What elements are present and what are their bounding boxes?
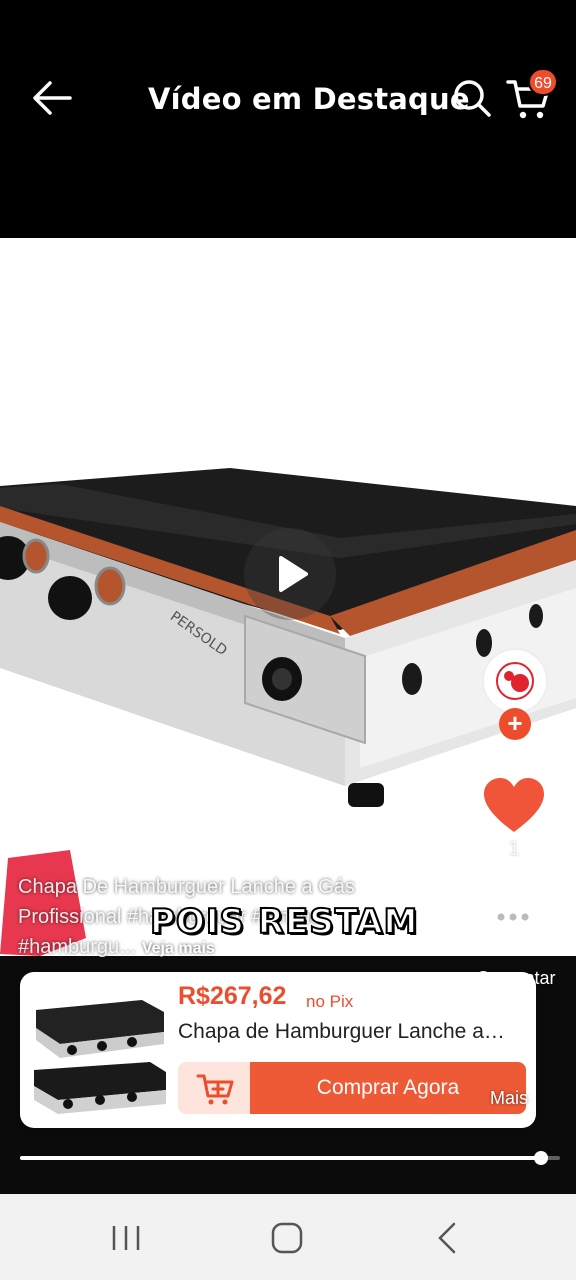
home-icon <box>271 1222 303 1254</box>
search-button[interactable] <box>452 78 492 118</box>
more-label[interactable]: Mais <box>484 1088 534 1109</box>
comment-icon <box>486 898 540 946</box>
chevron-left-icon <box>438 1222 456 1254</box>
cart-plus-icon <box>196 1074 234 1105</box>
search-icon <box>454 80 491 117</box>
play-button[interactable] <box>244 528 336 620</box>
griddle-image-icon <box>34 1000 166 1114</box>
product-thumbnail[interactable] <box>30 982 168 1118</box>
follow-button[interactable]: + <box>499 708 531 740</box>
comment-button[interactable] <box>484 894 542 950</box>
like-count: 1 <box>508 838 520 860</box>
price-payment-method: no Pix <box>306 992 354 1011</box>
top-bar: Vídeo em Destaque 69 <box>0 0 576 238</box>
product-card[interactable]: R$267,62 no Pix Chapa de Hamburguer Lanc… <box>20 972 536 1128</box>
recent-apps-button[interactable] <box>108 1222 148 1254</box>
play-icon <box>279 556 308 592</box>
video-overlay-text: POIS RESTAM <box>149 901 419 943</box>
add-to-cart-button[interactable] <box>178 1062 250 1114</box>
like-button[interactable] <box>482 776 546 836</box>
product-price: R$267,62 <box>178 982 287 1010</box>
video-progress-bar[interactable] <box>20 1151 560 1165</box>
product-name: Chapa de Hamburguer Lanche a Gás Profiss… <box>178 1020 510 1043</box>
system-back-button[interactable] <box>432 1220 464 1256</box>
arrow-left-icon <box>33 81 72 115</box>
progress-scrubber[interactable] <box>534 1151 549 1165</box>
page-title: Vídeo em Destaque <box>148 82 470 116</box>
see-more-link[interactable]: Veja mais <box>142 940 215 957</box>
seller-avatar[interactable] <box>482 648 548 714</box>
recent-apps-icon <box>112 1226 140 1250</box>
home-button[interactable] <box>268 1220 306 1256</box>
system-navigation-bar <box>0 1194 576 1280</box>
seller-logo-icon <box>496 662 534 700</box>
back-button[interactable] <box>30 78 74 118</box>
heart-icon <box>484 778 544 832</box>
cart-count-badge: 69 <box>528 68 558 96</box>
screen: Vídeo em Destaque 69 PERSOLD + 1 Chapa D… <box>0 0 576 1280</box>
progress-fill <box>20 1156 542 1160</box>
